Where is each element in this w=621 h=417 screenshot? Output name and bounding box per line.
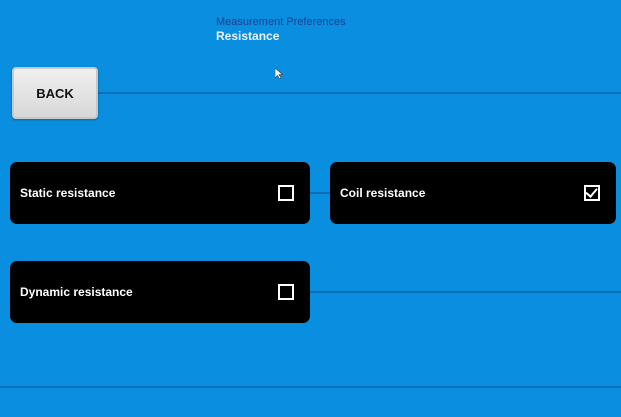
option-label: Coil resistance — [340, 186, 426, 200]
divider-line — [0, 386, 621, 388]
page-header: Measurement Preferences Resistance — [216, 16, 436, 44]
mouse-cursor-icon — [275, 68, 283, 79]
option-label: Static resistance — [20, 186, 116, 200]
page-title: Measurement Preferences — [216, 16, 346, 28]
dynamic-resistance-checkbox[interactable] — [278, 284, 294, 300]
page-subtitle: Resistance — [216, 29, 280, 44]
back-button[interactable]: BACK — [12, 67, 98, 119]
divider-line — [310, 192, 330, 194]
static-resistance-checkbox[interactable] — [278, 185, 294, 201]
option-coil-resistance[interactable]: Coil resistance — [330, 162, 616, 224]
coil-resistance-checkbox[interactable] — [584, 185, 600, 201]
option-static-resistance[interactable]: Static resistance — [10, 162, 310, 224]
divider-line — [310, 291, 621, 293]
checkmark-icon — [585, 185, 598, 198]
option-dynamic-resistance[interactable]: Dynamic resistance — [10, 261, 310, 323]
option-label: Dynamic resistance — [20, 285, 133, 299]
divider-line — [98, 92, 621, 94]
